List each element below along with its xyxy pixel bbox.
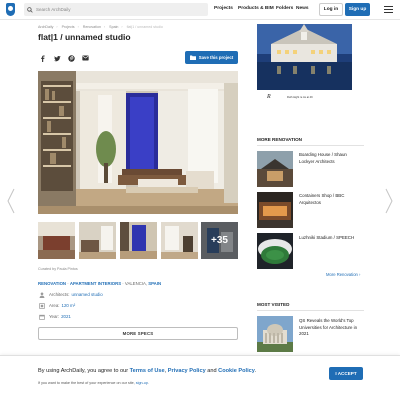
save-project-button[interactable]: Save this project [185,51,238,64]
folder-icon [189,55,196,61]
thumbnail[interactable] [79,222,116,259]
breadcrumb-renovation[interactable]: Renovation [83,25,101,29]
divider [257,310,364,311]
login-button[interactable]: Log in [319,3,343,16]
twitter-icon[interactable] [53,54,61,62]
terms-of-use-link[interactable]: Terms of Use [130,368,165,374]
more-photos-count: +35 [201,222,238,259]
svg-text:R: R [266,94,271,100]
breadcrumb-spain[interactable]: Spain [109,25,118,29]
architects-value[interactable]: unnamed studio [72,292,103,297]
curated-by: Curated by Paula Pintos [38,267,78,271]
thumbnail[interactable] [38,222,75,259]
related-project-thumbnail[interactable] [257,151,293,187]
breadcrumb: ArchDaily › Projects › Renovation › Spain › … [38,25,163,29]
architect-icon [38,291,45,298]
cookie-signup-link[interactable]: sign-up [136,381,148,385]
cookie-subtext: If you want to make the best of your exp… [38,381,149,385]
ad-brand-text: Ruth Hight re tre at 49 [287,96,313,99]
save-project-label: Save this project [198,55,234,60]
related-project-title[interactable]: Boarding House / Shaun Lockyer Architect… [299,152,361,165]
privacy-policy-link[interactable]: Privacy Policy [168,368,206,374]
archdaily-logo[interactable] [6,3,15,16]
search-icon [24,3,36,16]
breadcrumb-projects[interactable]: Projects [62,25,75,29]
related-project-thumbnail[interactable] [257,192,293,228]
nav-news[interactable]: News [296,6,309,11]
calendar-icon [38,313,45,320]
hamburger-menu-icon[interactable] [384,6,393,13]
architects-label: Architects: [49,292,70,297]
year-label: Year: [49,314,60,319]
area-value[interactable]: 120 m² [62,303,76,308]
related-project-title[interactable]: Luzhniki Stadium / SPEECH [299,235,361,242]
location-country[interactable]: SPAIN [148,281,161,286]
more-renovation-link[interactable]: More Renovation › [326,272,360,277]
related-project-thumbnail[interactable] [257,233,293,269]
year-value[interactable]: 2021 [61,314,71,319]
accept-cookies-button[interactable]: I ACCEPT [329,367,363,380]
main-project-photo[interactable] [38,71,238,214]
most-visited-thumbnail[interactable] [257,316,293,352]
spec-area: Area: 120 m² [38,302,75,309]
nav-projects[interactable]: Projects [214,6,233,11]
tag-apartment-interiors[interactable]: APARTMENT INTERIORS [70,281,121,286]
top-bar: Projects Products & BIM Folders News Log… [0,0,400,20]
cookie-subtext-body: If you want to make the best of your exp… [38,381,136,385]
page-title: flat|1 / unnamed studio [38,32,131,42]
next-arrow-icon[interactable] [384,188,394,214]
cookie-text: By using ArchDaily, you agree to our [38,368,130,374]
project-tags: RENOVATION · APARTMENT INTERIORS · VALEN… [38,281,162,286]
most-visited-title[interactable]: QS Reveals the World's Top Universities … [299,318,361,338]
cookie-text: and [205,368,219,374]
cookie-text: . [254,368,257,374]
cookie-message: By using ArchDaily, you agree to our Ter… [38,368,256,374]
more-renovation-heading: MORE RENOVATION [257,137,303,142]
photo-thumbnails: +35 [38,222,238,259]
cookie-policy-link[interactable]: Cookie Policy [218,368,255,374]
pinterest-icon[interactable] [67,54,75,62]
breadcrumb-archdaily[interactable]: ArchDaily [38,25,53,29]
search-bar[interactable] [24,3,208,16]
facebook-icon[interactable] [38,54,46,62]
location-city: VALENCIA, [124,281,148,286]
cookie-subtext-end: . [147,381,149,385]
related-project-title[interactable]: Containers Shop / BBC Arquitectos [299,193,361,206]
thumbnail-more[interactable]: +35 [201,222,238,259]
advertisement-banner[interactable]: R Ruth Hight re tre at 49 [257,24,352,103]
more-specs-button[interactable]: MORE SPECS [38,327,238,340]
area-icon [38,302,45,309]
most-visited-heading: MOST VISITED [257,302,290,307]
spec-architects: Architects: unnamed studio [38,291,103,298]
area-label: Area: [49,303,60,308]
divider [257,145,364,146]
breadcrumb-current: flat|1 / unnamed studio [126,25,163,29]
cookie-consent-bar: By using ArchDaily, you agree to our Ter… [0,355,400,400]
email-icon[interactable] [81,54,89,62]
spec-year: Year: 2021 [38,313,71,320]
nav-products-bim[interactable]: Products & BIM [238,6,274,11]
signup-button[interactable]: Sign up [345,3,370,16]
thumbnail[interactable] [161,222,198,259]
nav-folders[interactable]: Folders [276,6,293,11]
tag-renovation[interactable]: RENOVATION [38,281,66,286]
thumbnail[interactable] [120,222,157,259]
previous-arrow-icon[interactable] [6,188,16,214]
search-input[interactable] [36,7,196,12]
